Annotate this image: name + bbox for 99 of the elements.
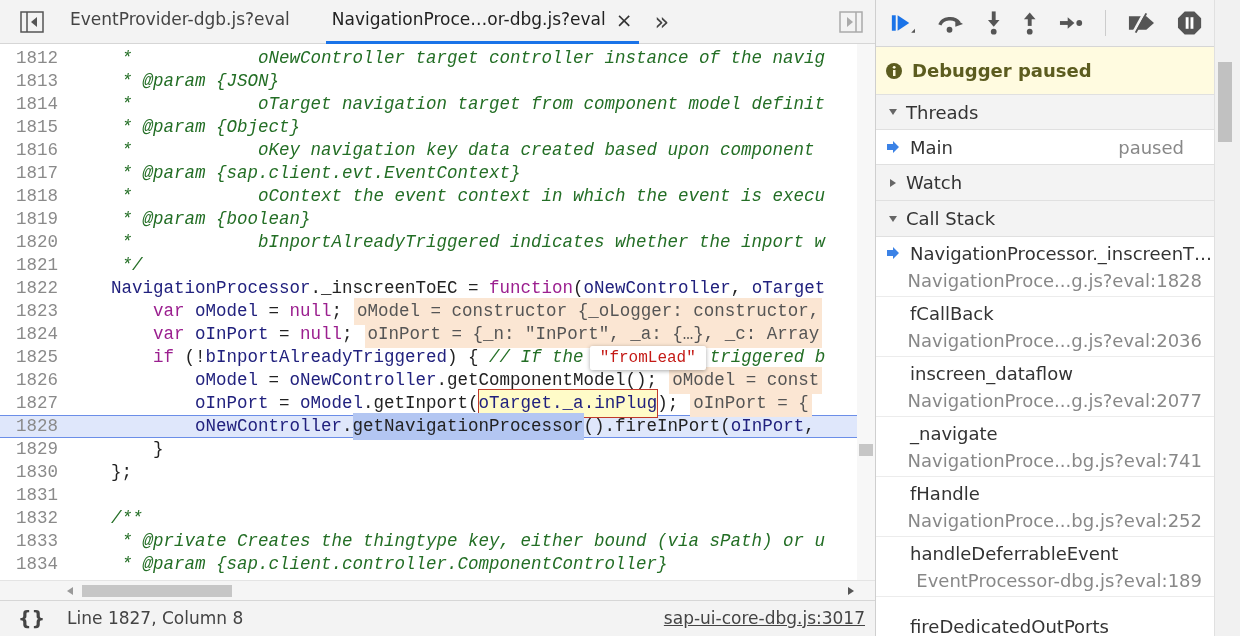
- frame-name: fHandle: [910, 481, 980, 506]
- line-number: 1816: [15, 139, 58, 163]
- line-number: 1832: [15, 507, 58, 531]
- sidebar-scrollbar[interactable]: [1214, 0, 1240, 636]
- step-icon[interactable]: [1058, 15, 1084, 31]
- frame-name: _navigate: [910, 421, 998, 447]
- frame-location: EventProcessor-dbg.js?eval:189: [916, 568, 1203, 593]
- code-text: * @private Creates the thingtype key, either bound (via sPath) or u: [120, 530, 826, 554]
- line-number: 1819: [15, 208, 58, 232]
- inline-value-hint: oModel = const: [669, 367, 823, 394]
- evaluated-expression: oTarget._a.inPlug: [478, 390, 658, 417]
- vertical-scrollbar[interactable]: [857, 44, 875, 580]
- code-text: * oTarget navigation target from component model definit: [120, 93, 826, 117]
- code-text: * @param {Object}: [120, 116, 301, 140]
- arrow-icon: [886, 246, 900, 260]
- code-text: var oInPort = null;: [152, 323, 353, 347]
- step-out-icon[interactable]: [1022, 10, 1038, 36]
- code-text: oModel = oNewController.getComponentModel();: [194, 369, 658, 393]
- line-number: 1827: [15, 392, 58, 416]
- code-text: ().fireInPort(oInPort,: [583, 415, 815, 439]
- arrow-icon: [886, 140, 900, 154]
- frame-location: NavigationProce...g.js?eval:2036: [907, 328, 1203, 353]
- frame-location: NavigationProce...g.js?eval:2077: [907, 388, 1203, 413]
- line-number: 1829: [15, 438, 58, 462]
- thread-status: paused: [1118, 135, 1184, 160]
- line-number: 1813: [15, 70, 58, 94]
- inline-value-hint: oModel = constructor {_oLogger: constructor,: [354, 298, 823, 325]
- code-text: * @param {sap.client.controller.ComponentController}: [120, 553, 668, 577]
- cursor-position: Line 1827, Column 8: [67, 606, 244, 630]
- line-number: 1820: [15, 231, 58, 255]
- file-tab[interactable]: EventProvider-dgb.js?eval: [64, 0, 296, 44]
- code-text: * bInportAlreadyTriggered indicates whether the inport w: [120, 231, 826, 255]
- horizontal-scrollbar[interactable]: [0, 580, 875, 600]
- tab-label: EventProvider-dgb.js?eval: [70, 8, 290, 32]
- line-number: 1828: [15, 415, 58, 439]
- pause-on-exceptions-icon[interactable]: [1176, 10, 1202, 36]
- code-text: };: [110, 461, 132, 485]
- code-text: * @param {JSON}: [120, 70, 280, 94]
- code-text: NavigationProcessor._inscreenToEC = function(oNewController, oTarget: [110, 277, 826, 301]
- info-icon: [886, 62, 902, 79]
- source-link[interactable]: sap-ui-core-dbg.js:3017: [663, 605, 865, 632]
- more-tabs-button[interactable]: »: [654, 3, 670, 40]
- code-text: * oNewController target controller instance of the navig: [120, 47, 826, 71]
- line-number: 1821: [15, 254, 58, 278]
- line-number: 1826: [15, 369, 58, 393]
- code-text: oInPort = oModel.getInport(: [194, 392, 479, 416]
- banner-text: Debugger paused: [912, 59, 1092, 83]
- line-number: 1825: [15, 346, 58, 370]
- step-into-icon[interactable]: [986, 10, 1002, 36]
- section-header[interactable]: Watch: [876, 165, 1214, 201]
- line-number: 1812: [15, 47, 58, 71]
- code-text: */: [120, 254, 143, 278]
- frame-name: NavigationProcessor._inscreenT…: [910, 241, 1213, 267]
- deactivate-breakpoints-icon[interactable]: [1126, 11, 1156, 35]
- frame-name: handleDeferrableEvent: [910, 541, 1119, 566]
- line-number: 1817: [15, 162, 58, 186]
- tab-label: NavigationProce…or-dbg.js?eval: [331, 8, 606, 32]
- line-number: 1823: [15, 300, 58, 324]
- section-header[interactable]: Threads: [876, 95, 1214, 130]
- code-text: oNewController.: [194, 415, 353, 439]
- line-number: 1818: [15, 185, 58, 209]
- panel-toggle-icon[interactable]: [839, 10, 863, 33]
- line-number: 1822: [15, 277, 58, 301]
- frame-location: NavigationProce...bg.js?eval:741: [907, 448, 1203, 473]
- frame-location: NavigationProce...g.js?eval:1828: [907, 268, 1203, 293]
- code-text: var oModel = null;: [152, 300, 343, 324]
- pretty-print-button[interactable]: {}: [18, 604, 46, 633]
- line-number: 1814: [15, 93, 58, 117]
- code-text: * oKey navigation key data created based upon component: [120, 139, 815, 163]
- section-title: Watch: [906, 171, 963, 195]
- line-number: 1833: [15, 530, 58, 554]
- thread-name: Main: [910, 135, 953, 160]
- code-text: /**: [110, 507, 143, 531]
- frame-name: fCallBack: [910, 301, 994, 326]
- scroll-right-icon[interactable]: [847, 586, 855, 595]
- selected-text: getNavigationProcessor: [352, 413, 584, 440]
- value-tooltip: "fromLead": [589, 346, 706, 370]
- line-number: 1830: [15, 461, 58, 485]
- section-title: Call Stack: [906, 207, 996, 231]
- code-text: }: [152, 438, 164, 462]
- scroll-left-icon[interactable]: [66, 586, 74, 595]
- frame-name: inscreen_dataflow: [910, 361, 1073, 387]
- close-tab-button[interactable]: ×: [615, 5, 633, 35]
- sidebar-toggle-icon[interactable]: [20, 10, 44, 33]
- line-number: 1831: [15, 484, 58, 508]
- frame-name: fireDedicatedOutPorts: [910, 615, 1109, 636]
- section-title: Threads: [906, 100, 979, 125]
- frame-location: NavigationProce...bg.js?eval:252: [907, 508, 1203, 533]
- line-number: 1824: [15, 323, 58, 347]
- code-text: );: [657, 392, 679, 416]
- code-text: * @param {boolean}: [120, 208, 311, 232]
- code-text: if (!bInportAlreadyTriggered) { // If the: [152, 346, 584, 370]
- file-tab[interactable]: NavigationProce…or-dbg.js?eval ×: [325, 0, 639, 44]
- code-text: * oContext the event context in which the event is execu: [120, 185, 826, 209]
- section-header[interactable]: Call Stack: [876, 201, 1214, 237]
- line-number: 1815: [15, 116, 58, 140]
- line-number: 1834: [15, 553, 58, 577]
- code-text: * @param {sap.client.evt.EventContext}: [120, 162, 521, 186]
- code-text: triggered b: [709, 346, 826, 370]
